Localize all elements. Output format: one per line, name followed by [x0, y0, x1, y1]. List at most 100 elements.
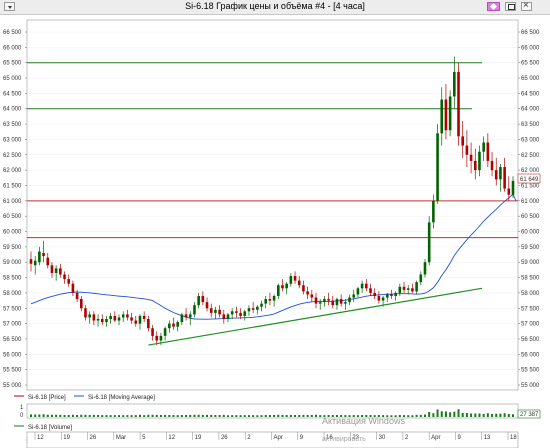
candle-body — [147, 319, 150, 329]
candle-body — [344, 302, 347, 304]
volume-bar — [281, 415, 284, 417]
price-pane[interactable] — [26, 19, 519, 391]
volume-bar — [235, 415, 238, 417]
candle-body — [457, 71, 460, 137]
volume-bar — [491, 414, 494, 417]
time-axis-label: Apr — [274, 435, 283, 441]
volume-bar — [189, 414, 192, 417]
candle-body — [184, 314, 188, 318]
watermark-line1: Активация Windows — [322, 416, 405, 426]
candle-body — [318, 302, 322, 304]
volume-bar — [214, 415, 217, 417]
candle-body — [398, 286, 402, 293]
legend-price: Si-6.18 [Price] — [28, 395, 66, 401]
candle-body — [473, 160, 477, 171]
volume-bar — [101, 415, 104, 417]
candle-body — [385, 294, 389, 298]
price-axis-label-left: 61 000 — [3, 199, 22, 205]
candle-body — [297, 280, 301, 286]
candle-body — [29, 259, 33, 264]
price-axis-label-left: 57 000 — [3, 322, 22, 328]
volume-bar — [252, 415, 255, 417]
price-axis-label-left: 65 500 — [3, 61, 22, 67]
volume-bar — [478, 413, 481, 417]
candle-body — [377, 295, 381, 301]
watermark-line2: активировать — [322, 436, 366, 443]
volume-bar — [461, 413, 464, 417]
candle-body — [406, 288, 410, 290]
price-axis-label-left: 63 000 — [3, 137, 22, 143]
volume-bar — [419, 414, 422, 417]
candle-body — [84, 308, 87, 318]
price-axis-label-right: 65 000 — [521, 76, 540, 82]
candle-body — [327, 299, 330, 301]
volume-bar — [206, 414, 209, 417]
volume-bar — [273, 415, 276, 417]
candle-body — [126, 314, 129, 318]
candle-body — [168, 323, 171, 329]
candle-body — [314, 297, 318, 304]
price-axis-label-right: 56 000 — [521, 352, 540, 358]
price-axis-label-right: 58 500 — [521, 276, 540, 282]
volume-bar — [306, 415, 309, 417]
candle-body — [59, 268, 62, 275]
candle-body — [251, 308, 255, 310]
candle-body — [465, 145, 469, 155]
candle-body — [394, 292, 397, 296]
last-price-tag-label: 61 649 — [520, 177, 539, 183]
candle-body — [201, 295, 205, 303]
price-axis-label-right: 59 000 — [521, 260, 540, 266]
legend-volume: Si-6.18 [Volume] — [28, 425, 72, 431]
candle-body — [285, 283, 288, 289]
time-axis-label: 18 — [510, 435, 517, 441]
candle-body — [209, 308, 213, 313]
legend-ma: Si-6.18 [Moving Average] — [88, 395, 155, 401]
volume-bar — [470, 413, 473, 417]
candle-body — [226, 314, 230, 320]
price-axis-label-right: 56 500 — [521, 337, 540, 343]
candle-body — [469, 154, 473, 161]
price-volume-chart[interactable]: 66 500 66 000 65 500 65 000 64 500 64 000 63 5… — [0, 0, 550, 448]
volume-bar — [239, 415, 242, 417]
volume-pane[interactable] — [26, 403, 519, 419]
volume-bar — [134, 415, 137, 417]
candle-body — [461, 136, 465, 146]
volume-bar — [298, 415, 301, 417]
price-axis-label-right: 61 500 — [521, 183, 540, 189]
candle-body — [499, 167, 502, 180]
candle-body — [482, 142, 485, 152]
volume-bar — [50, 414, 53, 417]
price-axis-label-right: 55 500 — [521, 368, 540, 374]
candle-body — [155, 335, 159, 341]
candle-body — [71, 283, 75, 293]
time-axis-label: 19 — [63, 435, 70, 441]
price-axis-label-left: 59 500 — [3, 245, 22, 251]
volume-bar — [319, 415, 322, 417]
candle-body — [176, 322, 179, 327]
candle-body — [218, 309, 221, 315]
candle-body — [239, 312, 242, 316]
candle-body — [75, 292, 79, 300]
time-axis-label: 26 — [221, 435, 228, 441]
volume-bar — [407, 415, 410, 417]
volume-bar — [289, 414, 292, 417]
candle-body — [92, 314, 96, 321]
candle-body — [381, 297, 385, 301]
candle-body — [180, 314, 184, 323]
volume-bar — [155, 414, 158, 417]
volume-bar — [482, 414, 485, 417]
candle-body — [230, 311, 234, 315]
volume-bar — [503, 413, 506, 417]
volume-bar — [465, 413, 468, 417]
price-axis-label-left: 60 500 — [3, 214, 22, 220]
volume-bar — [151, 414, 154, 417]
candle-body — [310, 294, 314, 298]
time-axis[interactable] — [26, 431, 519, 448]
volume-bar — [302, 414, 305, 417]
volume-bar — [67, 415, 70, 417]
candle-body — [276, 285, 280, 296]
volume-bar — [46, 414, 49, 417]
candle-body — [507, 188, 511, 195]
volume-bar — [55, 414, 58, 417]
candle-body — [256, 306, 259, 310]
